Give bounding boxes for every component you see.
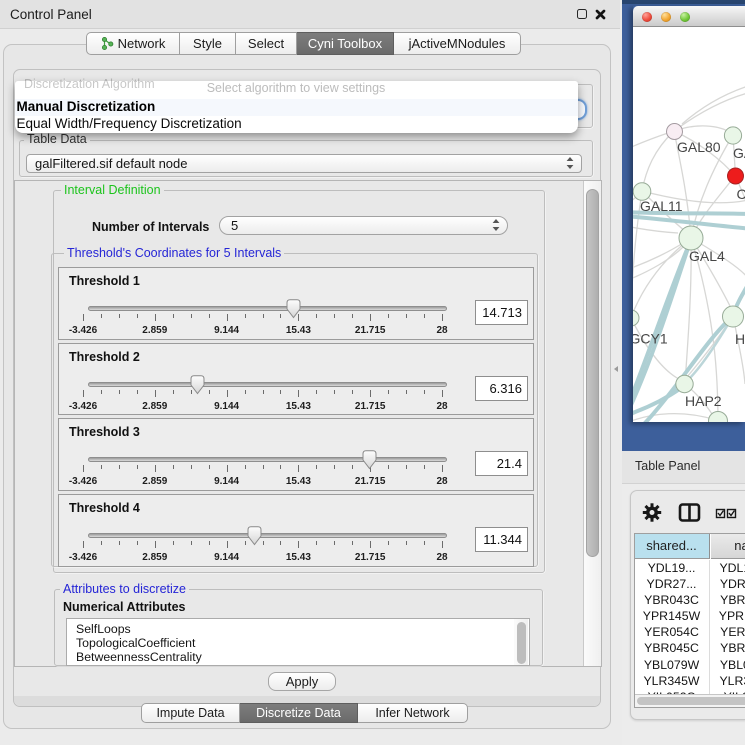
svg-text:GCY1: GCY1 bbox=[633, 331, 668, 347]
svg-text:GA: GA bbox=[733, 145, 745, 161]
svg-text:C: C bbox=[737, 186, 745, 202]
svg-text:H: H bbox=[735, 331, 745, 347]
svg-text:GAL4: GAL4 bbox=[689, 248, 725, 264]
svg-text:HAP2: HAP2 bbox=[685, 393, 722, 409]
svg-text:GAL80: GAL80 bbox=[677, 139, 721, 155]
svg-text:GAL11: GAL11 bbox=[640, 198, 683, 214]
